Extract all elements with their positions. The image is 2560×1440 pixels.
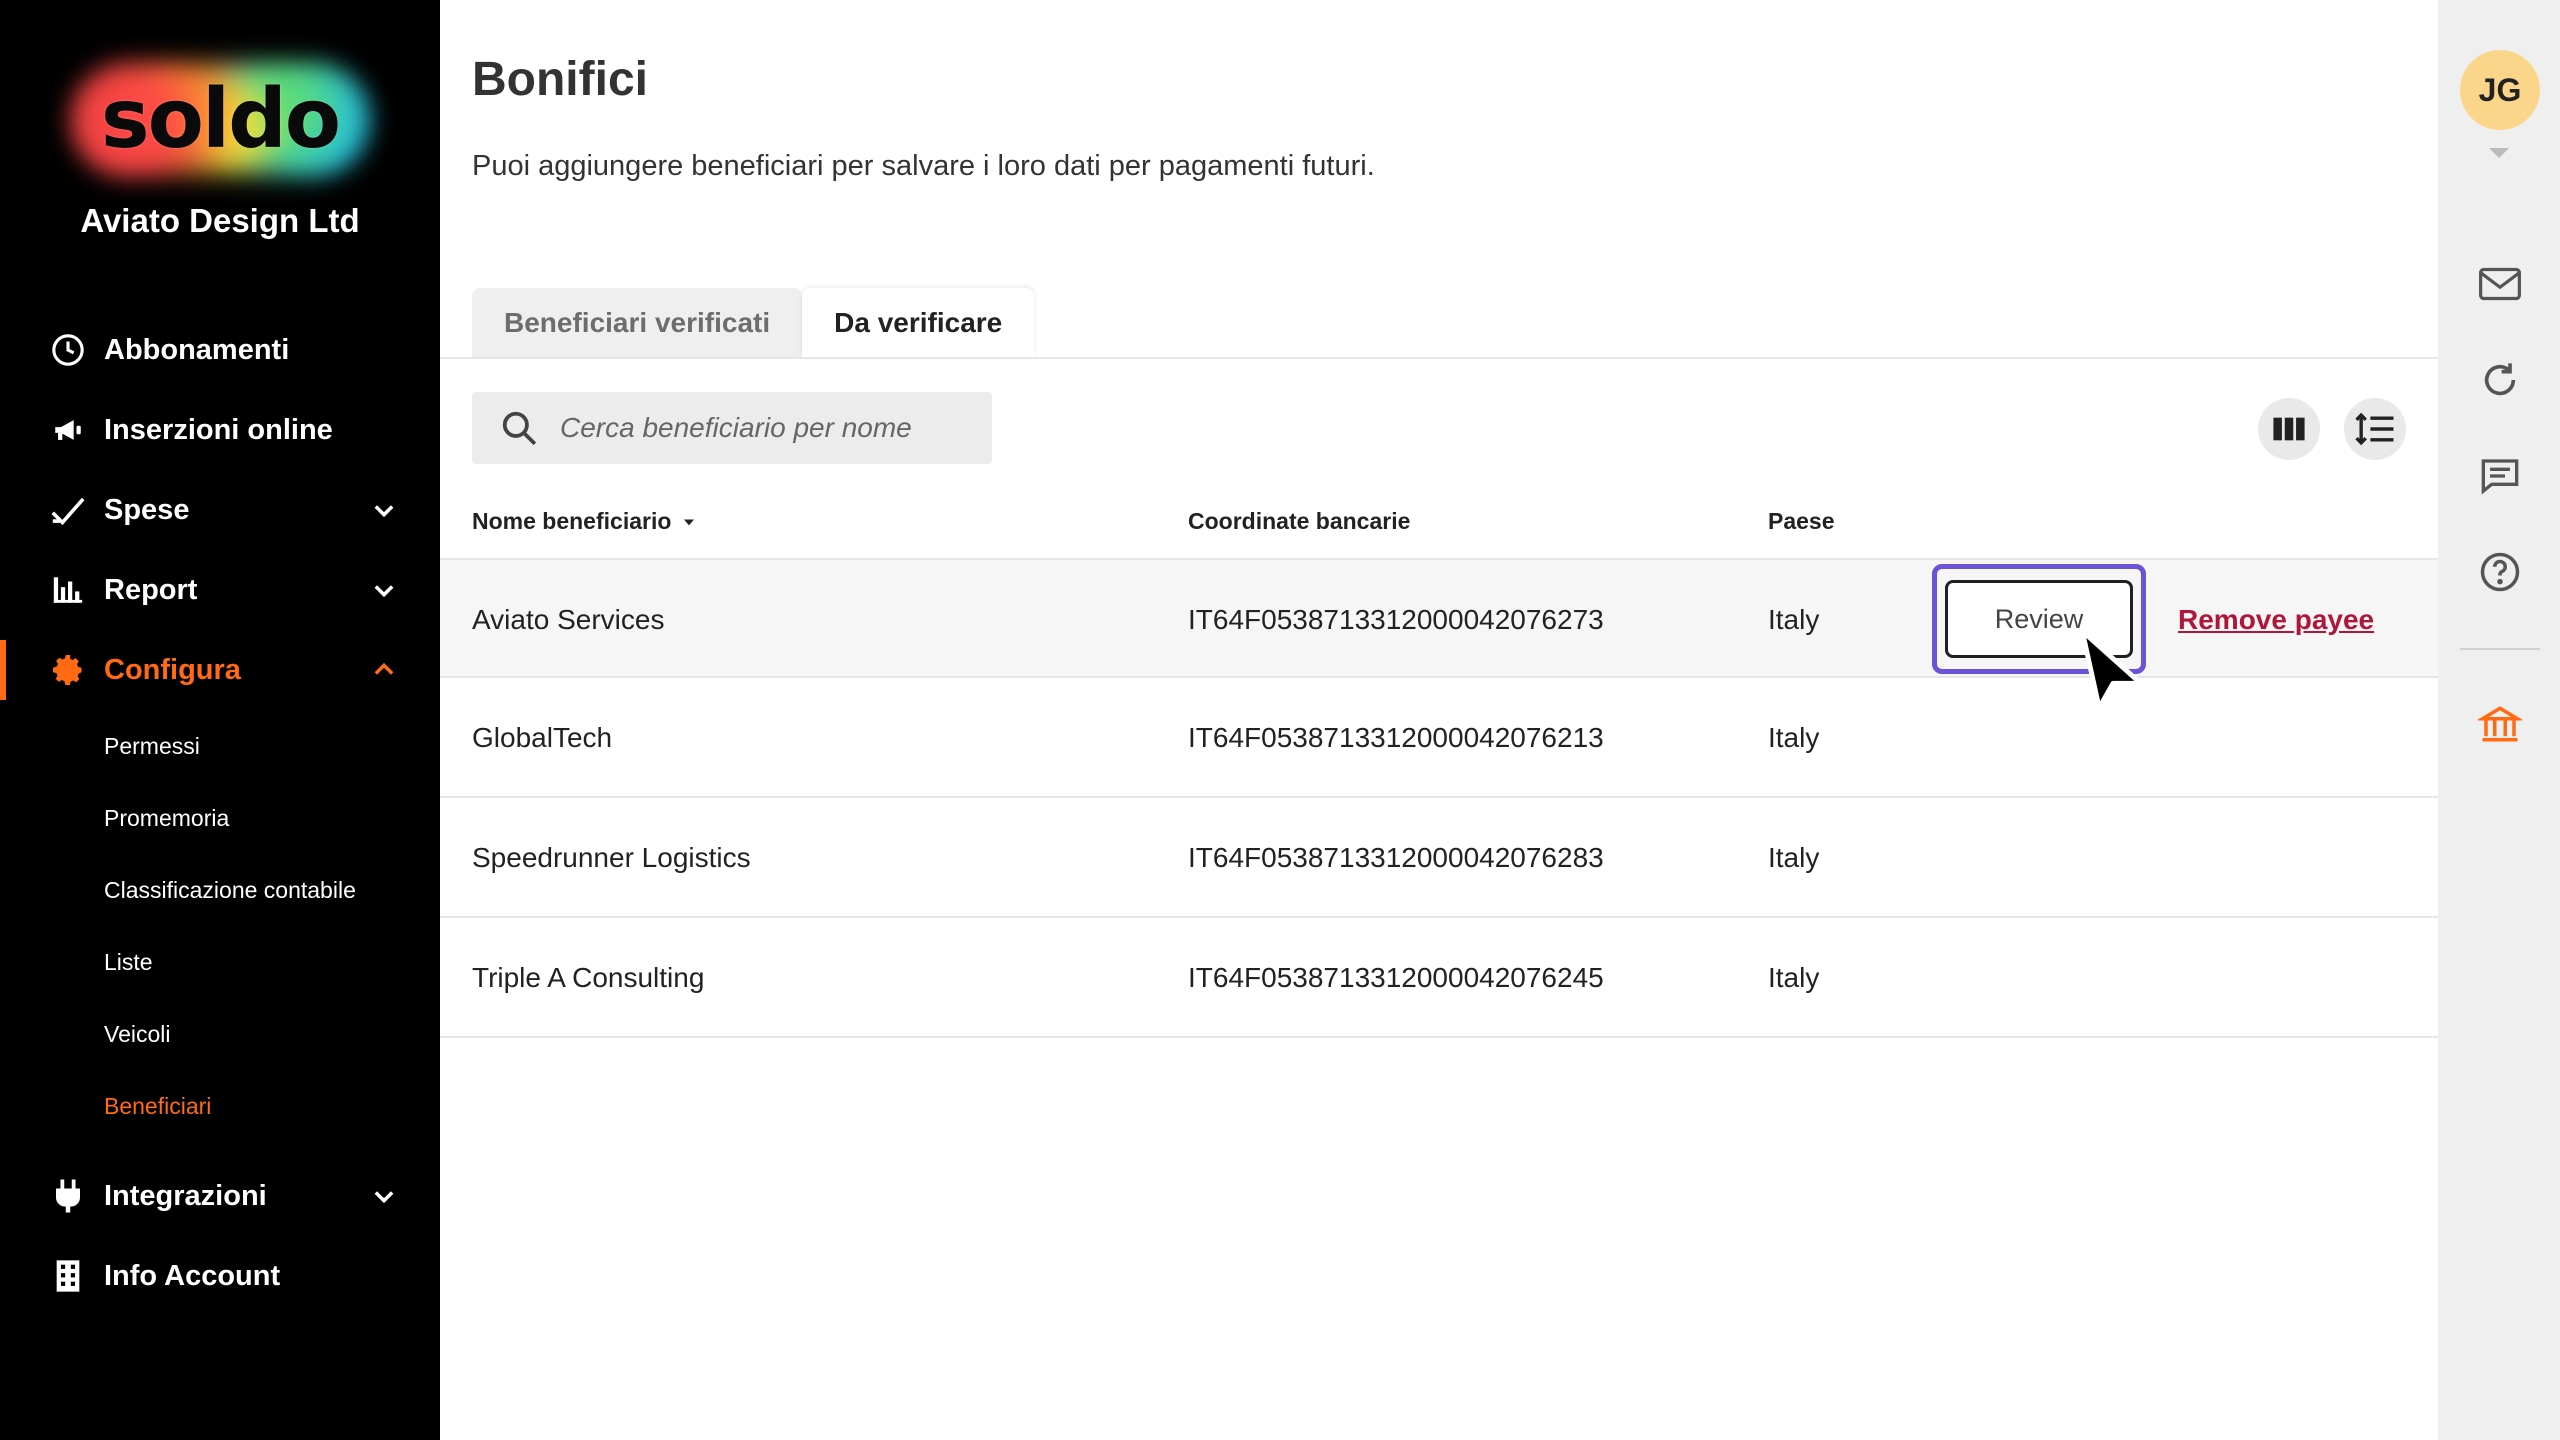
check-icon <box>50 492 86 528</box>
tab-da-verificare[interactable]: Da verificare <box>802 288 1035 358</box>
country: Italy <box>1768 722 1820 753</box>
page-description: Puoi aggiungere beneficiari per salvare … <box>472 150 1375 182</box>
column-header-paese[interactable]: Paese <box>1768 508 1835 535</box>
nav-item-configura[interactable]: Configura <box>0 630 440 710</box>
main-content: Bonifici Puoi aggiungere beneficiari per… <box>440 0 2438 1440</box>
bank-coordinates: IT64F0538713312000042076213 <box>1188 722 1604 753</box>
column-header-coordinate[interactable]: Coordinate bancarie <box>1188 508 1410 535</box>
columns-icon <box>2273 417 2305 441</box>
chevron-up-icon <box>374 662 394 675</box>
payee-name: Triple A Consulting <box>472 962 705 993</box>
clock-icon <box>50 332 86 368</box>
nav-item-integrazioni[interactable]: Integrazioni <box>0 1156 440 1236</box>
nav-label: Report <box>104 573 198 606</box>
tab-beneficiari-verificati[interactable]: Beneficiari verificati <box>472 288 803 358</box>
logo-text: soldo <box>100 72 341 167</box>
payee-name: Aviato Services <box>472 604 665 635</box>
nav-item-inserzioni-online[interactable]: Inserzioni online <box>0 390 440 470</box>
avatar[interactable]: JG <box>2460 50 2540 130</box>
table-row[interactable]: Speedrunner Logistics IT64F0538713312000… <box>440 798 2438 918</box>
main-nav: Abbonamenti Inserzioni online Spese Repo… <box>0 310 440 1316</box>
columns-button[interactable] <box>2258 398 2320 460</box>
subnav-item-liste[interactable]: Liste <box>0 926 440 998</box>
nav-item-spese[interactable]: Spese <box>0 470 440 550</box>
country: Italy <box>1768 962 1820 993</box>
page-title: Bonifici <box>472 53 648 106</box>
subnav-item-permessi[interactable]: Permessi <box>0 710 440 782</box>
payee-name: GlobalTech <box>472 722 613 753</box>
mail-icon[interactable] <box>2478 262 2522 306</box>
nav-item-abbonamenti[interactable]: Abbonamenti <box>0 310 440 390</box>
search-icon <box>502 411 537 446</box>
bank-icon[interactable] <box>2478 702 2522 746</box>
megaphone-icon <box>50 412 86 448</box>
soldo-logo[interactable]: soldo <box>70 62 370 177</box>
chevron-down-icon <box>374 1191 394 1204</box>
subnav-item-classificazione-contabile[interactable]: Classificazione contabile <box>0 854 440 926</box>
help-icon[interactable] <box>2478 550 2522 594</box>
nav-label: Integrazioni <box>104 1179 267 1212</box>
refresh-icon[interactable] <box>2478 358 2522 402</box>
line-spacing-icon <box>2355 412 2394 446</box>
bank-coordinates: IT64F0538713312000042076273 <box>1188 604 1604 635</box>
right-rail: JG <box>2438 0 2560 1440</box>
table-row[interactable]: Triple A Consulting IT64F053871331200004… <box>440 918 2438 1038</box>
remove-payee-link[interactable]: Remove payee <box>2178 560 2374 680</box>
nav-item-report[interactable]: Report <box>0 550 440 630</box>
nav-item-info-account[interactable]: Info Account <box>0 1236 440 1316</box>
payee-name: Speedrunner Logistics <box>472 842 751 873</box>
search-placeholder: Cerca beneficiario per nome <box>560 412 912 443</box>
nav-label: Inserzioni online <box>104 413 333 446</box>
subnav-item-veicoli[interactable]: Veicoli <box>0 998 440 1070</box>
nav-label: Configura <box>104 653 241 686</box>
chevron-down-icon <box>374 585 394 598</box>
country: Italy <box>1768 842 1820 873</box>
sidebar: soldo Aviato Design Ltd Abbonamenti Inse… <box>0 0 440 1440</box>
rail-divider <box>2460 648 2540 650</box>
tabs-divider <box>440 357 2438 359</box>
chevron-down-icon <box>374 505 394 518</box>
mouse-pointer-icon <box>2079 628 2144 711</box>
nav-label: Info Account <box>104 1259 281 1292</box>
column-header-label: Nome beneficiario <box>472 508 672 534</box>
search-input[interactable]: Cerca beneficiario per nome <box>472 392 992 464</box>
caret-down-icon[interactable] <box>2488 146 2510 160</box>
tab-bar: Beneficiari verificati Da verificare <box>472 288 1035 358</box>
nav-label: Abbonamenti <box>104 333 290 366</box>
country: Italy <box>1768 604 1820 635</box>
bar-chart-icon <box>50 572 86 608</box>
company-name: Aviato Design Ltd <box>80 202 360 239</box>
subnav-item-promemoria[interactable]: Promemoria <box>0 782 440 854</box>
subnav-item-beneficiari[interactable]: Beneficiari <box>0 1070 440 1142</box>
nav-label: Spese <box>104 493 190 526</box>
building-icon <box>50 1258 86 1294</box>
gear-icon <box>50 652 86 688</box>
column-header-nome[interactable]: Nome beneficiario <box>472 508 699 535</box>
chat-icon[interactable] <box>2478 454 2522 498</box>
density-button[interactable] <box>2344 398 2406 460</box>
bank-coordinates: IT64F0538713312000042076283 <box>1188 842 1604 873</box>
sort-down-icon <box>684 519 695 525</box>
plug-icon <box>50 1178 86 1214</box>
bank-coordinates: IT64F0538713312000042076245 <box>1188 962 1604 993</box>
